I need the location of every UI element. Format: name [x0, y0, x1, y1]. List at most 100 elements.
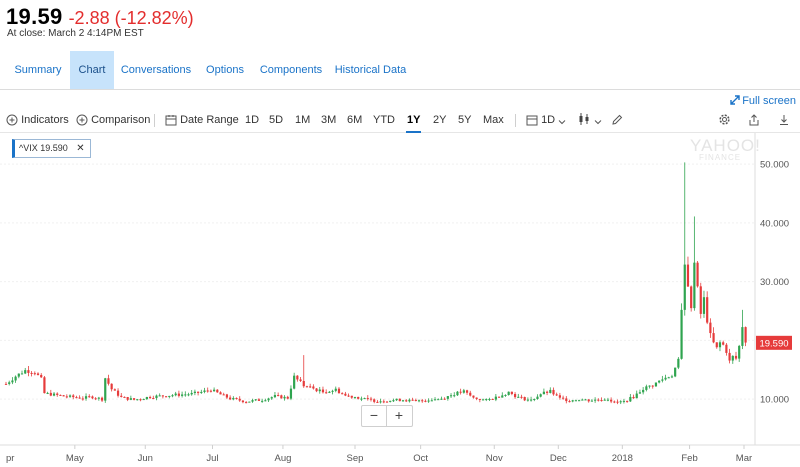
candle-body	[65, 396, 68, 398]
range-1y[interactable]: 1Y	[405, 112, 422, 133]
date-range-button[interactable]: Date Range	[165, 112, 239, 128]
candle-body	[510, 391, 513, 394]
candle-body	[302, 380, 305, 387]
candle-body	[180, 394, 184, 396]
chevron-down-icon	[558, 120, 566, 125]
zoom-in-button[interactable]: +	[387, 406, 411, 426]
candle-body	[584, 399, 587, 401]
comparison-button[interactable]: Comparison	[76, 112, 150, 128]
candle-body	[664, 377, 667, 380]
candle-body	[197, 391, 200, 393]
candle-body	[462, 390, 465, 393]
candle-body	[373, 399, 376, 402]
range-6m[interactable]: 6M	[347, 112, 362, 128]
candle-body	[411, 399, 414, 401]
candle-body	[651, 385, 654, 387]
series-legend-chip[interactable]: ^VIX 19.590 ✕	[12, 139, 91, 158]
candle-body	[449, 395, 453, 397]
range-5y[interactable]: 5Y	[458, 112, 471, 128]
candle-body	[456, 391, 459, 396]
candle-body	[350, 395, 353, 398]
x-tick-label: pr	[6, 453, 14, 464]
candle-body	[696, 262, 699, 287]
candle-body	[14, 376, 17, 381]
chart-type-dropdown[interactable]	[577, 112, 602, 128]
candle-body	[344, 393, 347, 396]
candle-body	[261, 400, 264, 402]
share-button[interactable]	[748, 112, 760, 128]
candle-body	[683, 264, 686, 310]
candle-body	[635, 393, 638, 399]
candle-body	[674, 367, 677, 377]
x-tick-label: Jun	[138, 453, 153, 464]
candle-body	[398, 398, 401, 402]
range-5d[interactable]: 5D	[269, 112, 283, 128]
candle-body	[116, 390, 120, 396]
draw-button[interactable]	[611, 112, 623, 128]
candle-body	[305, 386, 309, 388]
tab-conversations[interactable]: Conversations	[117, 51, 195, 89]
candle-body	[238, 398, 241, 401]
candle-body	[235, 397, 238, 399]
candle-body	[187, 394, 190, 396]
candle-body	[382, 401, 385, 403]
fullscreen-icon	[730, 95, 740, 105]
quote-price: 19.59	[6, 4, 63, 29]
candle-body	[481, 399, 485, 401]
tab-chart[interactable]: Chart	[70, 51, 114, 89]
range-max[interactable]: Max	[483, 112, 504, 128]
indicators-button[interactable]: Indicators	[6, 112, 69, 128]
tab-historical-data[interactable]: Historical Data	[332, 51, 409, 89]
candle-body	[699, 286, 702, 314]
candle-body	[36, 373, 40, 375]
date-range-label: Date Range	[180, 114, 239, 126]
candle-body	[453, 395, 456, 397]
toolbar-divider	[515, 114, 516, 127]
interval-dropdown[interactable]: 1D	[526, 112, 566, 128]
candle-body	[289, 388, 293, 399]
x-tick-label: Nov	[486, 453, 503, 464]
candle-body	[363, 398, 366, 400]
candle-body	[430, 400, 433, 402]
fullscreen-button[interactable]: Full screen	[730, 95, 796, 107]
candle-body	[174, 393, 177, 396]
tab-options[interactable]: Options	[200, 51, 250, 89]
candle-body	[622, 400, 626, 402]
candle-body	[686, 264, 690, 287]
candle-body	[222, 394, 225, 396]
y-tick-label: 50.000	[760, 160, 789, 171]
candle-body	[299, 379, 302, 381]
range-2y[interactable]: 2Y	[433, 112, 446, 128]
candlestick-icon	[579, 113, 589, 125]
zoom-out-button[interactable]: −	[362, 406, 387, 426]
candle-body	[401, 400, 405, 402]
settings-button[interactable]	[718, 112, 731, 128]
candle-body	[395, 398, 398, 401]
candle-body	[88, 396, 91, 398]
candle-body	[494, 396, 497, 400]
candle-body	[421, 400, 424, 402]
range-ytd[interactable]: YTD	[373, 112, 395, 128]
candle-body	[658, 380, 661, 383]
range-3m[interactable]: 3M	[321, 112, 336, 128]
candle-body	[632, 396, 635, 399]
candle-body	[155, 395, 158, 399]
candle-body	[565, 398, 568, 402]
candle-body	[369, 398, 373, 400]
download-button[interactable]	[778, 112, 790, 128]
range-1m[interactable]: 1M	[295, 112, 310, 128]
x-tick-label: Oct	[413, 453, 428, 464]
candle-body	[206, 390, 209, 392]
candle-body	[360, 398, 363, 400]
candle-body	[113, 389, 116, 391]
settings-gear-icon	[719, 114, 730, 125]
candle-body	[203, 390, 206, 392]
candle-body	[209, 390, 213, 392]
range-1d[interactable]: 1D	[245, 112, 259, 128]
candle-body	[424, 400, 427, 402]
candle-body	[353, 396, 357, 398]
candle-body	[328, 391, 331, 393]
tab-components[interactable]: Components	[255, 51, 327, 89]
tab-summary[interactable]: Summary	[6, 51, 70, 89]
close-icon[interactable]: ✕	[76, 143, 84, 154]
